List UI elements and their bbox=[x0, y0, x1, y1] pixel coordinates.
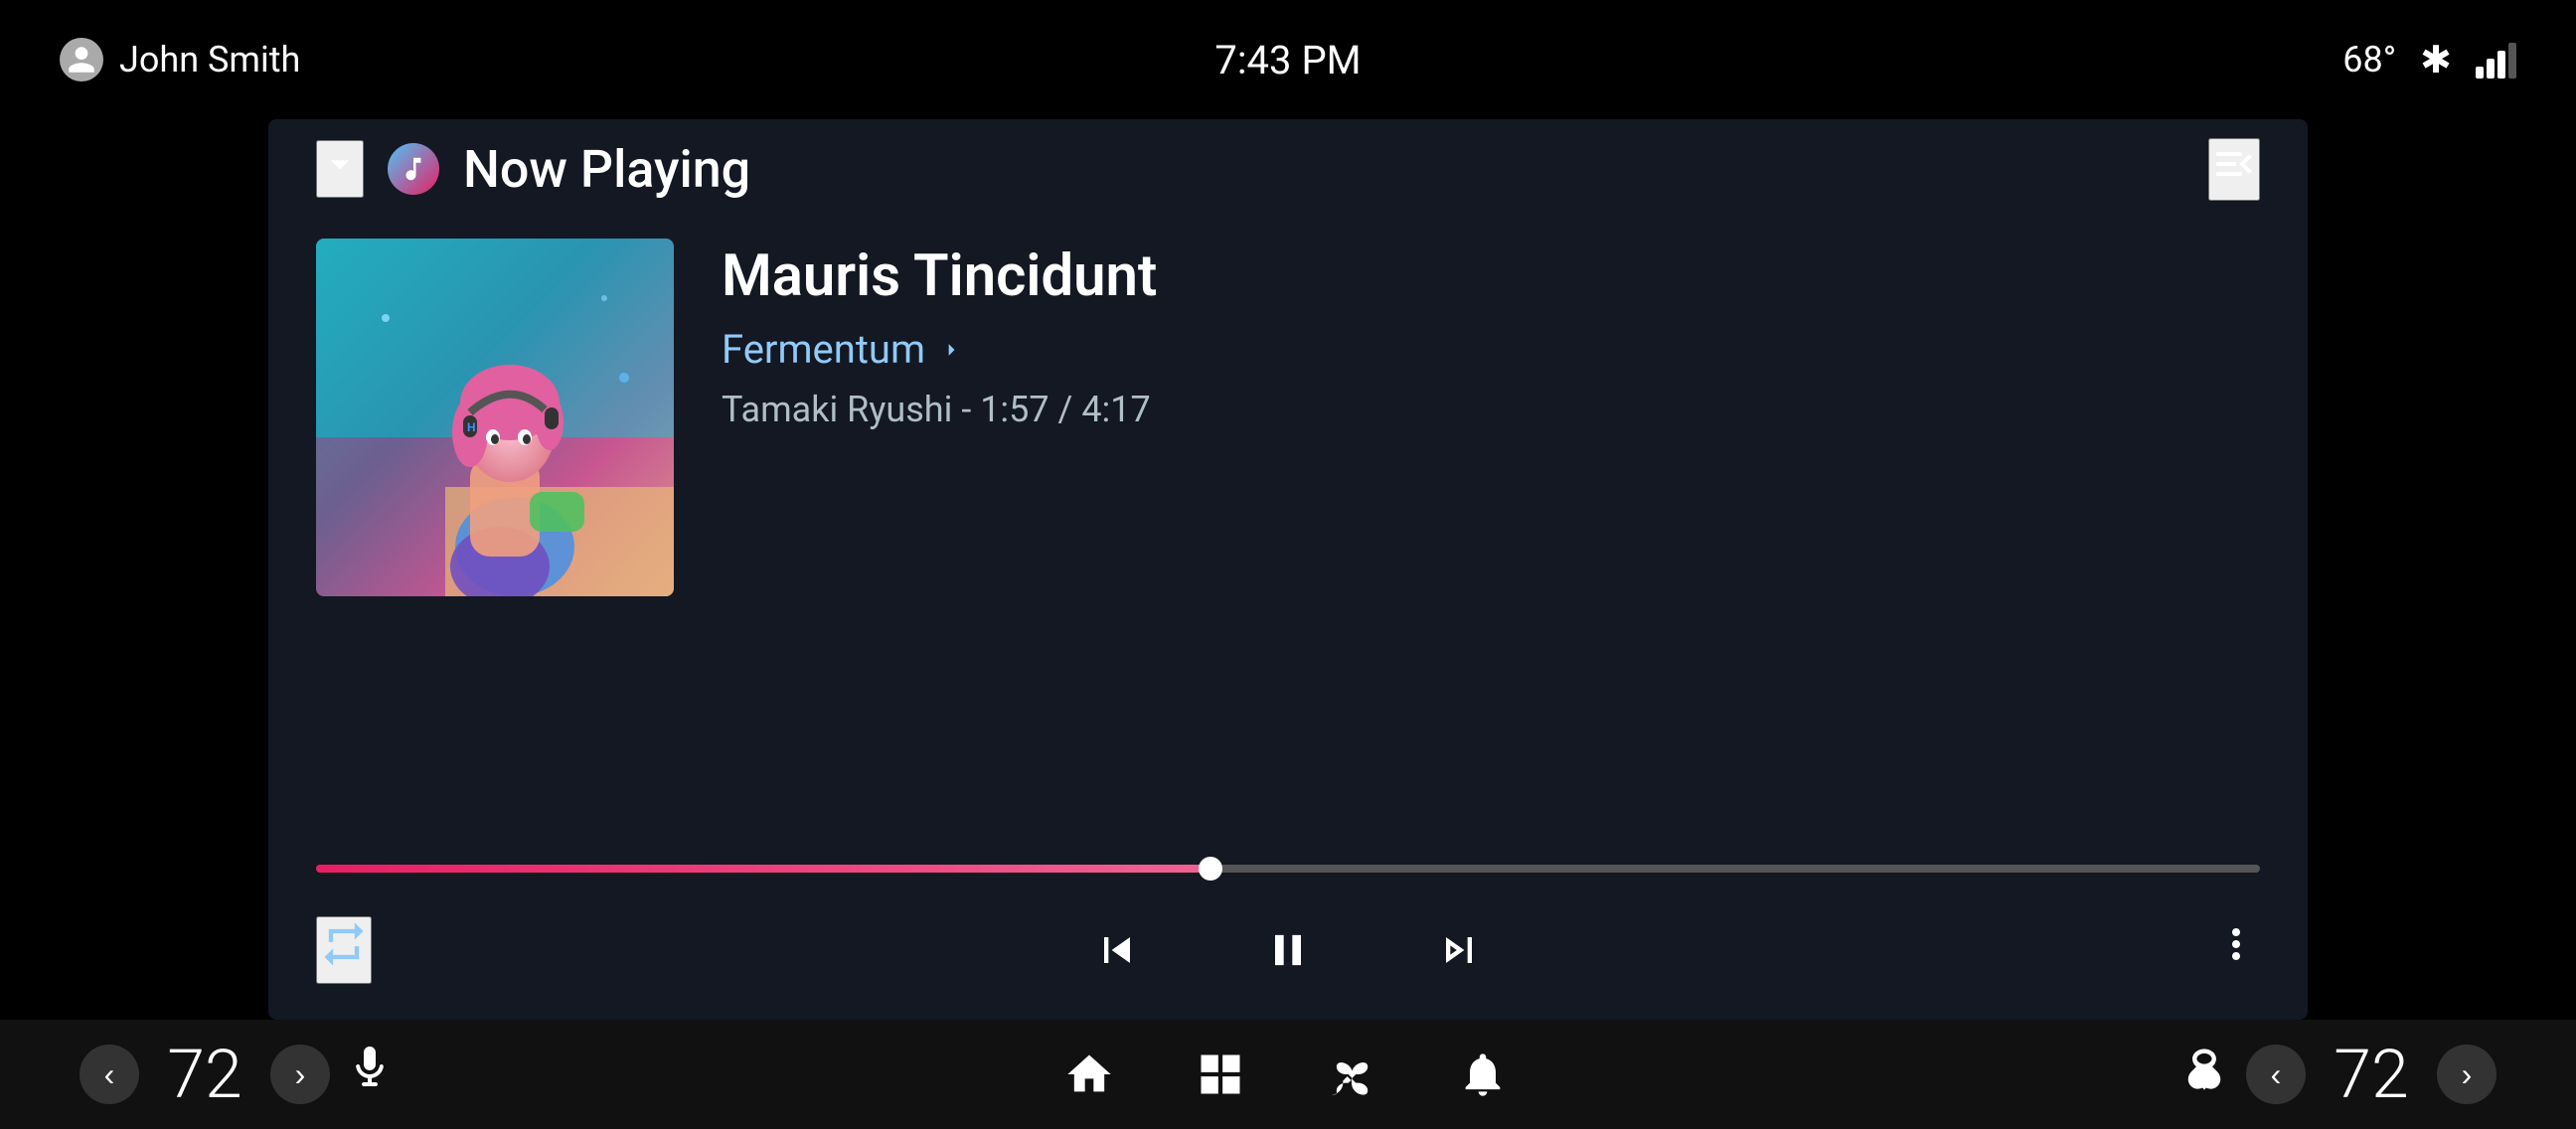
pause-button[interactable] bbox=[1203, 908, 1373, 992]
status-bar: John Smith 7:43 PM 68° ✱ bbox=[0, 0, 2576, 119]
song-album: Fermentum bbox=[722, 326, 2260, 373]
player-content: H Mauris Tincidunt Fermentum Tamaki bbox=[268, 219, 2308, 865]
signal-icon bbox=[2476, 41, 2516, 79]
right-temp-increase-button[interactable]: › bbox=[2437, 1045, 2496, 1104]
progress-bar-track[interactable] bbox=[316, 865, 2260, 873]
progress-bar-container[interactable] bbox=[268, 865, 2308, 873]
collapse-button[interactable] bbox=[316, 140, 364, 198]
left-temp-increase-button[interactable]: › bbox=[270, 1045, 330, 1104]
bluetooth-icon: ✱ bbox=[2420, 38, 2452, 82]
player-controls bbox=[268, 888, 2308, 1020]
nav-center bbox=[1063, 1048, 1509, 1100]
left-temp-display: 72 bbox=[155, 1035, 254, 1114]
player-panel: Now Playing bbox=[268, 119, 2308, 1020]
status-user: John Smith bbox=[60, 38, 300, 81]
home-icon[interactable] bbox=[1063, 1048, 1115, 1100]
bell-icon[interactable] bbox=[1457, 1048, 1509, 1100]
right-temp-display: 72 bbox=[2322, 1035, 2421, 1114]
album-art: H bbox=[316, 239, 674, 596]
more-options-button[interactable] bbox=[2212, 920, 2260, 980]
progress-bar-fill bbox=[316, 865, 1210, 873]
temperature-display: 68° bbox=[2342, 39, 2396, 81]
fan-icon[interactable] bbox=[1326, 1048, 1377, 1100]
climate-left: ‹ 72 › bbox=[80, 1035, 394, 1114]
next-button[interactable] bbox=[1373, 908, 1544, 992]
grid-icon[interactable] bbox=[1195, 1048, 1246, 1100]
song-artist-time: Tamaki Ryushi - 1:57 / 4:17 bbox=[722, 389, 2260, 430]
right-temp-decrease-button[interactable]: ‹ bbox=[2246, 1045, 2306, 1104]
progress-dot[interactable] bbox=[1199, 857, 1222, 881]
climate-right: ‹ 72 › bbox=[2178, 1035, 2496, 1114]
svg-text:H: H bbox=[467, 420, 475, 434]
song-info: Mauris Tincidunt Fermentum Tamaki Ryushi… bbox=[722, 219, 2260, 430]
user-avatar-icon bbox=[60, 38, 103, 81]
header-left: Now Playing bbox=[316, 139, 750, 200]
previous-button[interactable] bbox=[1032, 908, 1203, 992]
microphone-icon[interactable] bbox=[346, 1045, 394, 1104]
rear-vent-icon[interactable] bbox=[2178, 1043, 2230, 1106]
user-name: John Smith bbox=[119, 39, 300, 81]
queue-button[interactable] bbox=[2208, 138, 2260, 201]
left-temp-decrease-button[interactable]: ‹ bbox=[80, 1045, 139, 1104]
now-playing-title: Now Playing bbox=[463, 139, 750, 200]
player-header: Now Playing bbox=[268, 119, 2308, 219]
status-right: 68° ✱ bbox=[2342, 38, 2516, 82]
status-time: 7:43 PM bbox=[1214, 37, 1361, 83]
song-title: Mauris Tincidunt bbox=[722, 242, 2260, 310]
repeat-button[interactable] bbox=[316, 916, 372, 984]
app-icon bbox=[388, 143, 439, 195]
bottom-nav: ‹ 72 › bbox=[0, 1020, 2576, 1129]
